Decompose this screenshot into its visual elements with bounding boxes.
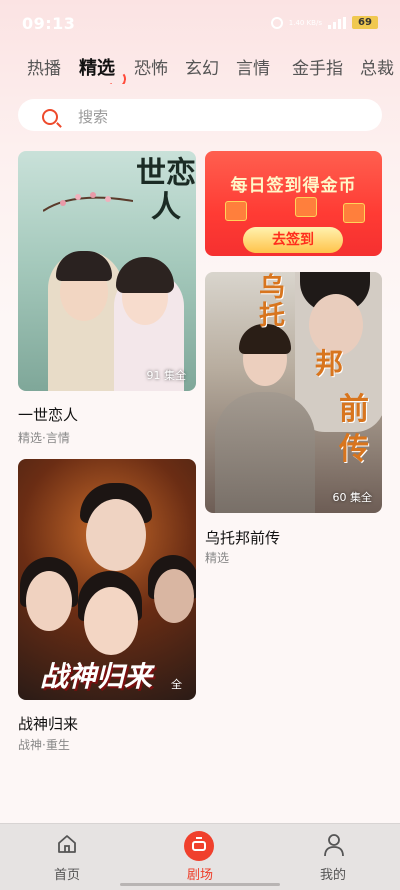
poster-title-part: 前传: [339, 392, 369, 467]
red-envelope-icon: [225, 201, 247, 221]
episode-count: 全: [171, 678, 182, 691]
drama-tags: 精选: [205, 551, 230, 565]
poster-figure: [86, 499, 146, 571]
poster-figure: [154, 569, 194, 623]
status-icons: 1.40 KB/s 69: [270, 16, 378, 29]
tv-icon: [184, 831, 214, 861]
bottom-nav: 首页 剧场 我的: [0, 823, 400, 890]
poster-title-part: 乌托: [259, 273, 286, 331]
drama-poster-1[interactable]: 世恋人 91 集全: [18, 151, 196, 391]
status-time: 09:13: [22, 14, 76, 33]
red-envelope-icon: [295, 197, 317, 217]
poster-title: 世恋人: [136, 156, 196, 225]
battery-icon: 69: [352, 16, 378, 29]
home-icon: [58, 835, 76, 853]
episode-count: 60 集全: [332, 491, 373, 504]
drama-tags: 精选·言情: [18, 431, 70, 445]
poster-figure: [215, 392, 315, 513]
drama-tags: 战神·重生: [18, 738, 70, 752]
nav-theater[interactable]: 剧场: [150, 824, 250, 890]
signal-icon: [328, 16, 346, 29]
alarm-icon: [270, 16, 283, 29]
poster-figure: [26, 571, 72, 631]
drama-title[interactable]: 战神归来: [18, 713, 78, 734]
tab-fantasy[interactable]: 玄幻: [185, 54, 219, 79]
drama-poster-2[interactable]: 乌托 邦 前传 60 集全: [205, 272, 382, 513]
status-bar: 09:13 1.40 KB/s 69: [0, 0, 400, 44]
nav-me[interactable]: 我的: [283, 824, 383, 890]
blossom-branch-icon: [43, 192, 133, 212]
search-input[interactable]: 搜索: [18, 99, 382, 131]
home-indicator: [120, 883, 280, 886]
red-envelope-icon: [343, 203, 365, 223]
poster-figure: [84, 587, 138, 655]
nav-label: 我的: [319, 868, 346, 883]
drama-title[interactable]: 一世恋人: [18, 404, 78, 425]
tab-ceo[interactable]: 总裁: [360, 54, 394, 79]
poster-title-part: 邦: [315, 347, 344, 380]
poster-figure: [116, 257, 174, 293]
checkin-button[interactable]: 去签到: [243, 227, 343, 253]
episode-count: 91 集全: [146, 369, 187, 382]
tab-romance[interactable]: 言情: [236, 54, 270, 79]
category-tabs: 热播 精选 恐怖 玄幻 言情 金手指 总裁: [0, 54, 400, 84]
search-placeholder: 搜索: [78, 108, 109, 126]
nav-label: 剧场: [186, 868, 213, 883]
poster-title: 战神归来: [40, 660, 153, 693]
checkin-banner[interactable]: 每日签到得金币 去签到: [205, 151, 382, 256]
drama-title[interactable]: 乌托邦前传: [205, 527, 280, 548]
tab-hot[interactable]: 热播: [27, 54, 61, 79]
tab-horror[interactable]: 恐怖: [134, 54, 168, 79]
tab-golden-finger[interactable]: 金手指: [292, 54, 343, 79]
nav-label: 首页: [53, 868, 80, 883]
net-speed: 1.40 KB/s: [288, 18, 322, 27]
search-icon: [42, 109, 58, 125]
nav-home[interactable]: 首页: [17, 824, 117, 890]
promo-title: 每日签到得金币: [230, 176, 357, 196]
drama-poster-3[interactable]: 战神归来 全: [18, 459, 196, 700]
user-icon: [324, 834, 344, 857]
